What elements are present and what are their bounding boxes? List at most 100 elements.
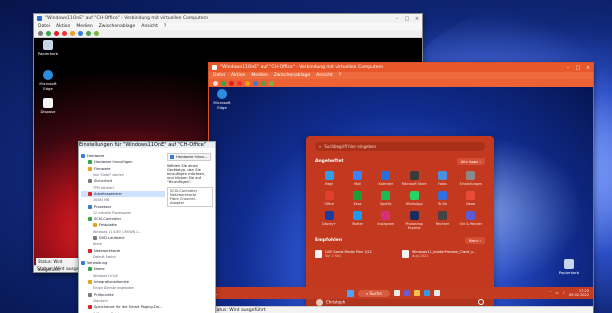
menu-ansicht[interactable]: Ansicht: [316, 73, 333, 78]
vm2-guest-screen[interactable]: Microsoft Edge Papierkorb ⌕ Suchbegriff …: [209, 87, 593, 309]
menu-ansicht[interactable]: Ansicht: [141, 24, 158, 29]
settings-title: Einstellungen für "Windows11OnE" auf "CH…: [79, 142, 207, 148]
ctrl-alt-del-icon[interactable]: [38, 31, 43, 36]
pinned-app-0[interactable]: Edge: [315, 171, 343, 186]
minimize-icon[interactable]: –: [563, 65, 573, 71]
turn-off-icon[interactable]: [54, 31, 59, 36]
desktop-icon-label: Microsoft Edge: [213, 100, 231, 110]
pause-icon[interactable]: [70, 31, 75, 36]
maximize-icon[interactable]: □: [573, 65, 583, 71]
device-type-item[interactable]: Fibre Channel-Adapter: [170, 197, 210, 205]
menu-zwischenablage[interactable]: Zwischenablage: [99, 24, 136, 29]
pinned-app-label: Office: [324, 202, 334, 206]
network-icon[interactable]: ▭: [555, 291, 558, 295]
turn-off-icon[interactable]: [229, 80, 234, 86]
menu-help[interactable]: ?: [339, 73, 341, 78]
store-taskbar-icon[interactable]: [433, 290, 440, 296]
settings-titlebar[interactable]: Einstellungen für "Windows11OnE" auf "CH…: [79, 142, 215, 148]
vm1-titlebar[interactable]: "Windows11OnE" auf "CH-Office" - Verbind…: [34, 14, 422, 23]
desktop-icon-recycle-bin[interactable]: Papierkorb: [35, 40, 61, 56]
start-vm-icon[interactable]: [46, 31, 51, 36]
edge-taskbar-icon[interactable]: [423, 290, 430, 296]
menu-medien[interactable]: Medien: [76, 24, 92, 29]
app-icon: [324, 191, 334, 200]
maximize-icon[interactable]: □: [402, 16, 412, 22]
app-icon: [466, 171, 476, 180]
menu-help[interactable]: ?: [164, 24, 166, 29]
pinned-app-3[interactable]: Microsoft Store: [400, 171, 428, 186]
pinned-header: Angeheftet Alle Apps ›: [315, 158, 485, 165]
desktop-icon-edge[interactable]: Microsoft Edge: [209, 89, 235, 110]
pinned-app-10[interactable]: To Do: [428, 191, 456, 206]
revert-icon[interactable]: [94, 31, 99, 36]
pinned-app-9[interactable]: WhatsApp: [400, 191, 428, 206]
pinned-app-2[interactable]: Kalender: [372, 171, 400, 186]
menu-datei[interactable]: Datei: [38, 24, 50, 29]
revert-icon[interactable]: [269, 80, 274, 86]
checkpoint-icon[interactable]: [86, 31, 91, 36]
pinned-app-12[interactable]: Disney+: [315, 211, 343, 230]
app-icon: [466, 211, 476, 220]
pinned-app-11[interactable]: News: [457, 191, 485, 206]
task-view-icon[interactable]: [393, 290, 400, 296]
menu-aktion[interactable]: Aktion: [56, 24, 70, 29]
volume-icon[interactable]: ♪: [563, 291, 565, 295]
pinned-app-label: Kalender: [378, 182, 394, 186]
user-account-button[interactable]: Christoph: [316, 298, 345, 306]
pinned-app-1[interactable]: Mail: [343, 171, 371, 186]
close-icon[interactable]: ×: [583, 65, 593, 71]
system-tray[interactable]: ˄ ▭ ♪ 17:23 09.02.2022: [550, 289, 589, 297]
taskbar-search-button[interactable]: ⌕ Suche: [358, 289, 390, 297]
recommended-item[interactable]: LIVE Social Media Plan 1/22 Vor 2 Std.: [315, 250, 398, 258]
file-explorer-icon[interactable]: [413, 290, 420, 296]
vm-connection-window-2[interactable]: "Windows11OnE" auf "CH-Office" - Verbind…: [208, 62, 594, 313]
menu-zwischenablage[interactable]: Zwischenablage: [274, 73, 311, 78]
pinned-app-5[interactable]: Einstellungen: [457, 171, 485, 186]
recommended-list: LIVE Social Media Plan 1/22 Vor 2 Std. W…: [315, 250, 485, 258]
pinned-app-4[interactable]: Fotos: [428, 171, 456, 186]
desktop-icon-recycle-bin[interactable]: Papierkorb: [556, 259, 582, 275]
pause-icon[interactable]: [245, 80, 250, 86]
clock-date: 09.02.2022: [568, 293, 589, 297]
widgets-icon[interactable]: [403, 290, 410, 296]
close-icon[interactable]: ×: [412, 16, 422, 22]
shutdown-icon[interactable]: [62, 31, 67, 36]
all-apps-button[interactable]: Alle Apps ›: [456, 158, 485, 165]
shutdown-icon[interactable]: [237, 80, 242, 86]
pinned-app-17[interactable]: Uhr & Wecker: [457, 211, 485, 230]
desktop-icon-label: Microsoft Edge: [39, 81, 57, 91]
tray-chevron-icon[interactable]: ˄: [550, 291, 552, 295]
windows-start-icon[interactable]: [347, 289, 354, 297]
device-type-list[interactable]: SCSI-Controller Netzwerkkarte Fibre Chan…: [167, 187, 213, 207]
desktop-icon-dispose[interactable]: Dispose: [35, 98, 61, 114]
pinned-app-8[interactable]: Spotify: [372, 191, 400, 206]
pinned-app-15[interactable]: Photoshop Express: [400, 211, 428, 230]
more-button[interactable]: Mehr ›: [464, 237, 485, 244]
pinned-heading: Angeheftet: [315, 159, 344, 164]
recommended-item[interactable]: Windows11_InsiderPreview_Client_x... Aug…: [402, 250, 485, 258]
start-vm-icon[interactable]: [221, 80, 226, 86]
app-icon: [409, 171, 419, 180]
power-icon[interactable]: [478, 299, 484, 305]
add-hardware-header: Hardware hinzu...: [167, 153, 211, 161]
pinned-app-14[interactable]: Instagram: [372, 211, 400, 230]
tree-item-label: Verwaltung: [87, 261, 108, 266]
minimize-icon[interactable]: –: [392, 16, 402, 22]
ctrl-alt-del-icon[interactable]: [213, 80, 218, 86]
menu-datei[interactable]: Datei: [213, 73, 225, 78]
pinned-app-6[interactable]: Office: [315, 191, 343, 206]
vm-settings-dialog[interactable]: Einstellungen für "Windows11OnE" auf "CH…: [78, 141, 216, 313]
menu-aktion[interactable]: Aktion: [231, 73, 245, 78]
vm2-titlebar[interactable]: "Windows11OnE" auf "CH-Office" - Verbind…: [209, 63, 593, 72]
pinned-app-label: Twitter: [351, 222, 364, 226]
desktop-icon-edge[interactable]: Microsoft Edge: [35, 70, 61, 91]
pinned-app-7[interactable]: Xbox: [343, 191, 371, 206]
checkpoint-icon[interactable]: [261, 80, 266, 86]
reset-icon[interactable]: [253, 80, 258, 86]
start-search-input[interactable]: ⌕ Suchbegriff hier eingeben: [315, 142, 485, 151]
reset-icon[interactable]: [78, 31, 83, 36]
menu-medien[interactable]: Medien: [251, 73, 267, 78]
clock[interactable]: 17:23 09.02.2022: [569, 289, 589, 297]
pinned-app-16[interactable]: Rechner: [428, 211, 456, 230]
pinned-app-13[interactable]: Twitter: [343, 211, 371, 230]
